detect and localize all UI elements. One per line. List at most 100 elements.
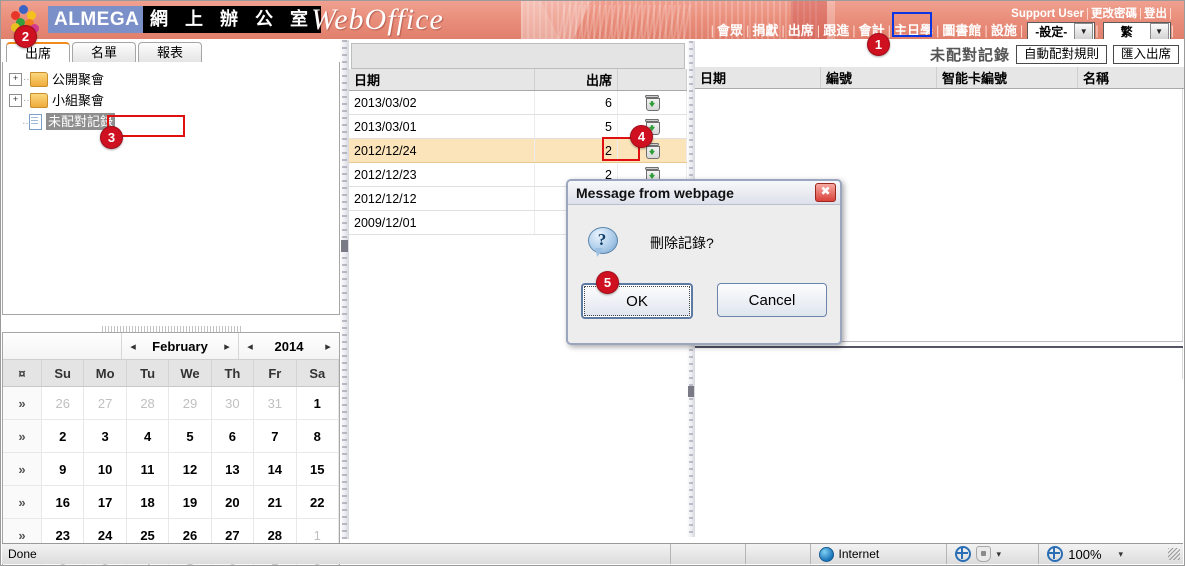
nav-item-congregation[interactable]: 會眾 [714,23,746,38]
calendar-day-cell[interactable]: 19 [168,485,212,519]
col-smartcard-number[interactable]: 智能卡編號 [936,67,1078,89]
nav-item-followup[interactable]: 跟進 [820,23,852,38]
calendar-day-cell[interactable]: 18 [126,485,170,519]
calendar-day-cell[interactable]: 28 [126,386,170,420]
calendar-week-row: » 26 27 28 29 30 31 1 [3,386,339,420]
status-text: Done [8,547,37,561]
expand-plus-icon[interactable]: + [9,73,22,87]
calendar-day-cell[interactable]: 26 [41,386,85,420]
dialog-titlebar: Message from webpage ✖ [568,181,840,205]
tab-namelist-label: 名單 [90,45,117,60]
magnifier-icon [1047,546,1064,562]
nav-item-library[interactable]: 圖書館 [939,23,984,38]
splitter-grip[interactable] [688,386,694,397]
calendar-week-select[interactable]: » [3,386,42,420]
calendar-day-cell[interactable]: 11 [126,452,170,486]
col-date[interactable]: 日期 [349,69,535,91]
calendar-day-cell[interactable]: 7 [253,419,297,453]
import-attendance-button[interactable]: 匯入出席 [1112,44,1179,64]
calendar-day-cell[interactable]: 10 [83,452,127,486]
calendar-day-cell[interactable]: 8 [296,419,339,453]
cell-attendance: 5 [534,114,618,139]
prev-month-icon[interactable]: ◂ [122,340,144,353]
col-name[interactable]: 名稱 [1077,67,1184,89]
calendar-day-cell[interactable]: 31 [253,386,297,420]
calendar-day-cell[interactable]: 17 [83,485,127,519]
chevron-down-icon[interactable]: ▼ [1149,23,1169,39]
calendar-day-cell[interactable]: 15 [296,452,339,486]
tab-report[interactable]: 報表 [138,42,202,63]
calendar-day-cell[interactable]: 14 [253,452,297,486]
chevron-down-icon[interactable]: ▾ [1119,549,1124,560]
chevron-down-icon[interactable]: ▼ [1074,23,1094,39]
calendar-day-header: Fr [253,360,297,387]
calendar-week-select[interactable]: » [3,485,42,519]
dialog-title: Message from webpage [576,184,734,201]
col-number[interactable]: 編號 [820,67,937,89]
tab-namelist[interactable]: 名單 [72,42,136,63]
language-select[interactable]: 繁 ▼ [1102,22,1171,39]
language-select-value: 繁 [1120,25,1133,39]
calendar-day-cell[interactable]: 5 [168,419,212,453]
calendar-day-cell[interactable]: 20 [211,485,255,519]
status-zoom-label: 100% [1068,546,1102,562]
trash-icon[interactable] [645,95,660,112]
calendar-day-cell[interactable]: 2 [41,419,85,453]
tree-item-public-meeting[interactable]: + ·· 公開聚會 [3,68,339,89]
calendar-day-cell[interactable]: 1 [296,386,339,420]
support-user-label: Support User [1011,8,1084,20]
next-year-icon[interactable]: ▸ [317,340,339,353]
tab-attendance[interactable]: 出席 [6,42,70,64]
calendar-day-header: Su [41,360,85,387]
calendar-week-select[interactable]: » [3,452,42,486]
calendar-day-cell[interactable]: 6 [211,419,255,453]
nav-item-attendance[interactable]: 出席 [785,23,817,38]
calendar-day-cell[interactable]: 12 [168,452,212,486]
compatibility-icon[interactable] [955,546,972,562]
calendar-day-cell[interactable]: 27 [83,386,127,420]
col-date[interactable]: 日期 [695,67,821,89]
calendar-month-nav: ◂ February ▸ [121,333,238,359]
tree-item-group-meeting[interactable]: + ·· 小組聚會 [3,89,339,110]
settings-select[interactable]: -設定- ▼ [1027,22,1096,39]
calendar-day-header: Sa [296,360,339,387]
protected-mode-icon[interactable] [976,546,992,562]
close-icon[interactable]: ✖ [815,183,836,202]
calendar-day-cell[interactable]: 3 [83,419,127,453]
splitter-grip[interactable] [341,240,348,252]
header-user-links: Support User | 更改密碼 | 登出 | [1011,8,1172,20]
left-splitter[interactable] [340,40,349,539]
col-attendance[interactable]: 出席 [534,69,618,91]
calendar-day-cell[interactable]: 9 [41,452,85,486]
nav-item-donation[interactable]: 捐獻 [749,23,781,38]
nav-item-facility[interactable]: 設施 [988,23,1020,38]
next-month-icon[interactable]: ▸ [216,340,238,353]
cell-date: 2009/12/01 [349,210,535,235]
calendar-day-cell[interactable]: 21 [253,485,297,519]
calendar-day-cell[interactable]: 16 [41,485,85,519]
change-password-link[interactable]: 更改密碼 [1091,8,1137,20]
unmatched-table-header: 日期 編號 智能卡編號 名稱 [695,67,1184,89]
status-zoom[interactable]: 100% ▾ [1038,544,1168,564]
logout-link[interactable]: 登出 [1144,8,1167,20]
calendar-day-cell[interactable]: 29 [168,386,212,420]
status-protected-mode[interactable]: ▾ [946,544,1038,564]
chevron-down-icon[interactable]: ▾ [996,549,1001,560]
resize-grip[interactable] [1168,548,1180,560]
calendar-day-cell[interactable]: 4 [126,419,170,453]
app-header-banner: ALMEGA 網 上 辦 公 室 WebOffice Support User |… [1,1,1184,39]
cell-date: 2012/12/12 [349,186,535,211]
auto-match-rule-button[interactable]: 自動配對規則 [1015,44,1107,64]
calendar-week-select[interactable]: » [3,419,42,453]
calendar-day-cell[interactable]: 13 [211,452,255,486]
status-zone[interactable]: Internet [809,544,947,564]
calendar-day-cell[interactable]: 30 [211,386,255,420]
table-row[interactable]: 2013/03/02 6 [349,90,687,115]
dialog-message: 刪除記錄? [650,235,714,251]
status-bar: Done Internet ▾ 100% ▾ [2,543,1183,564]
brand-weboffice: WebOffice [311,3,444,36]
dialog-cancel-button[interactable]: Cancel [717,283,827,317]
expand-plus-icon[interactable]: + [9,94,22,108]
prev-year-icon[interactable]: ◂ [239,340,261,353]
calendar-day-cell[interactable]: 22 [296,485,339,519]
